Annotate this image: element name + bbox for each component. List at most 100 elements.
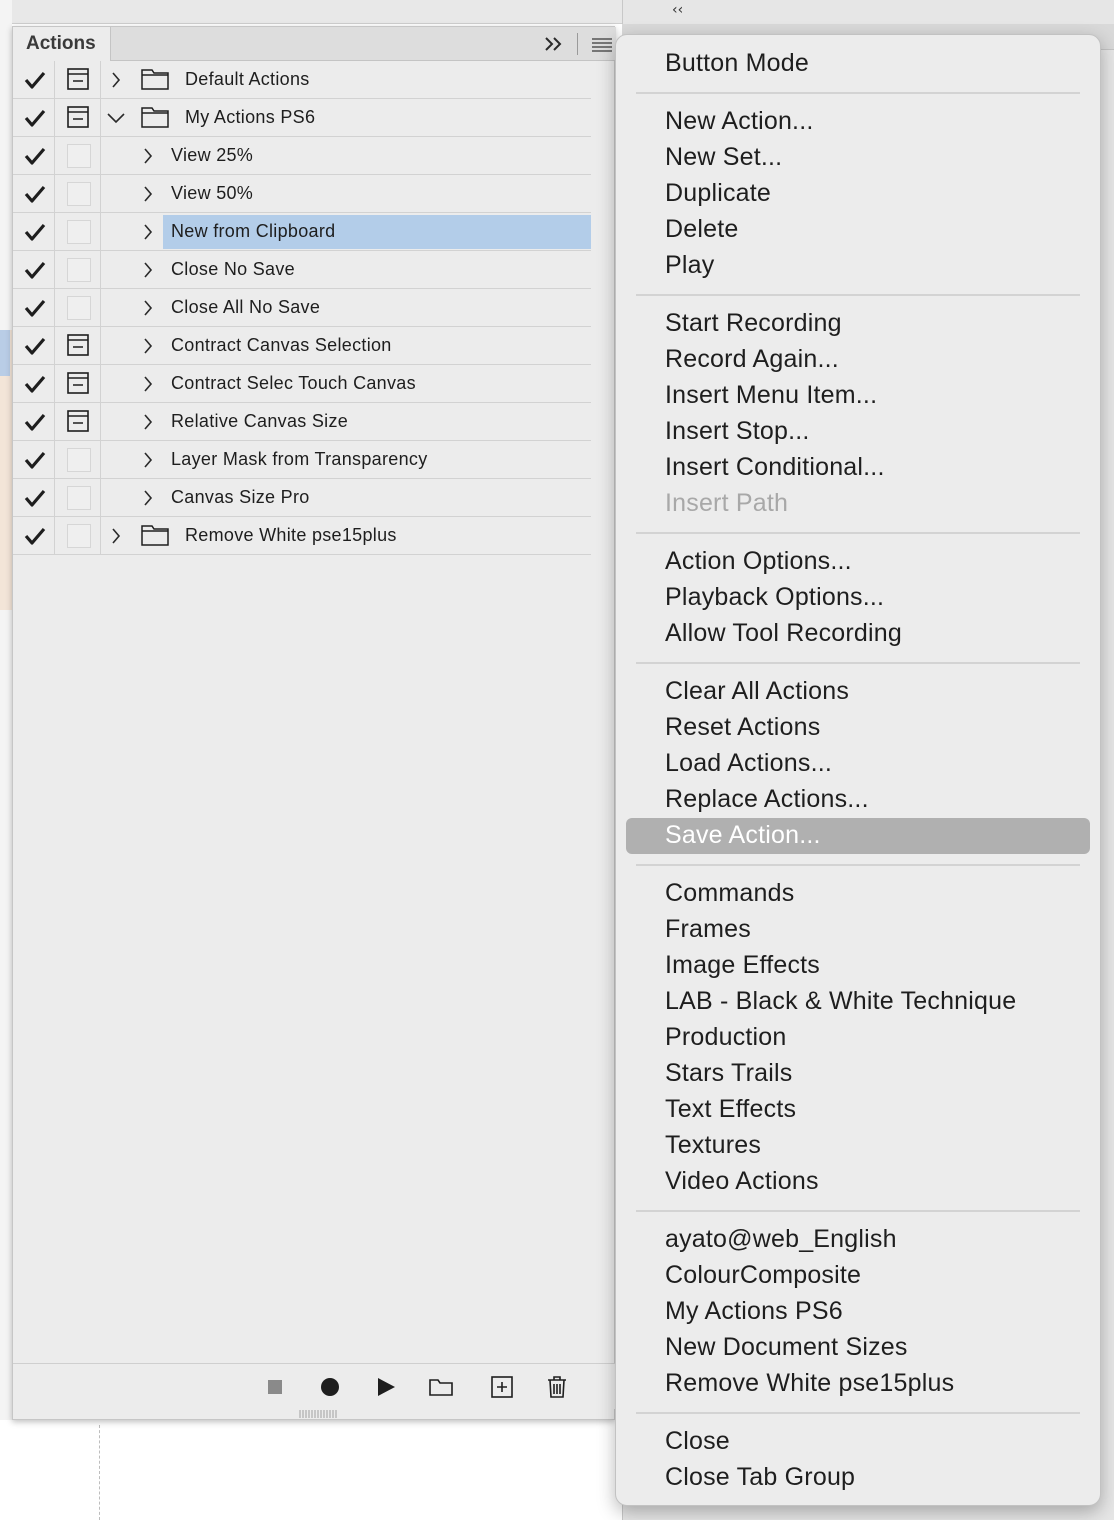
- dialog-toggle-icon[interactable]: [67, 410, 89, 432]
- checkmark-icon[interactable]: [24, 412, 46, 432]
- menu-item[interactable]: Reset Actions: [665, 709, 820, 745]
- dialog-toggle-empty[interactable]: [67, 182, 91, 206]
- checkmark-icon[interactable]: [24, 450, 46, 470]
- menu-item[interactable]: Play: [665, 247, 714, 283]
- checkmark-icon[interactable]: [24, 70, 46, 90]
- dialog-toggle-icon[interactable]: [67, 106, 89, 128]
- chevron-right-icon[interactable]: [109, 527, 123, 545]
- dialog-toggle-empty[interactable]: [67, 296, 91, 320]
- folder-icon[interactable]: [141, 524, 169, 546]
- chevron-right-icon[interactable]: [141, 413, 155, 431]
- dialog-toggle-empty[interactable]: [67, 486, 91, 510]
- action-row[interactable]: Contract Selec Touch Canvas: [13, 365, 591, 403]
- action-row[interactable]: Close All No Save: [13, 289, 591, 327]
- menu-item[interactable]: LAB - Black & White Technique: [665, 983, 1016, 1019]
- action-row[interactable]: Close No Save: [13, 251, 591, 289]
- action-row[interactable]: View 50%: [13, 175, 591, 213]
- chevron-right-icon[interactable]: [141, 375, 155, 393]
- checkmark-icon[interactable]: [24, 184, 46, 204]
- menu-item[interactable]: Close Tab Group: [665, 1459, 855, 1495]
- checkmark-icon[interactable]: [24, 374, 46, 394]
- menu-item[interactable]: Textures: [665, 1127, 761, 1163]
- action-row[interactable]: Contract Canvas Selection: [13, 327, 591, 365]
- dialog-toggle-icon[interactable]: [67, 334, 89, 356]
- action-set-row[interactable]: Remove White pse15plus: [13, 517, 591, 555]
- chevron-down-icon[interactable]: [107, 109, 125, 127]
- menu-item[interactable]: Production: [665, 1019, 787, 1055]
- chevron-right-icon[interactable]: [141, 299, 155, 317]
- checkmark-icon[interactable]: [24, 488, 46, 508]
- chevron-right-icon[interactable]: [141, 261, 155, 279]
- dialog-toggle-empty[interactable]: [67, 258, 91, 282]
- dialog-toggle-icon[interactable]: [67, 68, 89, 90]
- action-row[interactable]: New from Clipboard: [13, 213, 591, 251]
- menu-item[interactable]: Load Actions...: [665, 745, 832, 781]
- menu-item[interactable]: Duplicate: [665, 175, 771, 211]
- menu-item[interactable]: ayato@web_English: [665, 1221, 897, 1257]
- action-set-row[interactable]: My Actions PS6: [13, 99, 591, 137]
- folder-icon[interactable]: [141, 68, 169, 90]
- checkmark-icon[interactable]: [24, 260, 46, 280]
- menu-item[interactable]: ColourComposite: [665, 1257, 861, 1293]
- dialog-toggle-empty[interactable]: [67, 144, 91, 168]
- menu-item[interactable]: Replace Actions...: [665, 781, 869, 817]
- menu-item[interactable]: Stars Trails: [665, 1055, 792, 1091]
- expand-panel-icon[interactable]: [541, 33, 567, 55]
- menu-item[interactable]: Remove White pse15plus: [665, 1365, 954, 1401]
- menu-item[interactable]: Close: [665, 1423, 730, 1459]
- resize-grip-icon[interactable]: [298, 1410, 338, 1418]
- menu-item[interactable]: Text Effects: [665, 1091, 796, 1127]
- action-row[interactable]: Relative Canvas Size: [13, 403, 591, 441]
- chevron-right-icon[interactable]: [141, 337, 155, 355]
- menu-item[interactable]: Action Options...: [665, 543, 852, 579]
- menu-item[interactable]: Clear All Actions: [665, 673, 849, 709]
- chevron-right-icon[interactable]: [141, 451, 155, 469]
- dialog-toggle-empty[interactable]: [67, 448, 91, 472]
- new-set-icon[interactable]: [428, 1375, 454, 1399]
- chevron-right-icon[interactable]: [141, 223, 155, 241]
- checkmark-icon[interactable]: [24, 336, 46, 356]
- new-action-icon[interactable]: [489, 1375, 515, 1399]
- menu-item[interactable]: New Action...: [665, 103, 814, 139]
- menu-item[interactable]: Button Mode: [665, 45, 809, 81]
- checkmark-icon[interactable]: [24, 298, 46, 318]
- menu-item[interactable]: Save Action...: [665, 817, 821, 853]
- dialog-toggle-empty[interactable]: [67, 524, 91, 548]
- menu-item[interactable]: Insert Stop...: [665, 413, 810, 449]
- delete-icon[interactable]: [544, 1375, 570, 1399]
- folder-icon[interactable]: [141, 106, 169, 128]
- menu-item[interactable]: Delete: [665, 211, 738, 247]
- tab-actions[interactable]: Actions: [13, 27, 111, 61]
- checkmark-icon[interactable]: [24, 108, 46, 128]
- menu-item[interactable]: Allow Tool Recording: [665, 615, 902, 651]
- chevron-right-icon[interactable]: [141, 185, 155, 203]
- action-row[interactable]: View 25%: [13, 137, 591, 175]
- menu-item[interactable]: Playback Options...: [665, 579, 884, 615]
- action-row[interactable]: Layer Mask from Transparency: [13, 441, 591, 479]
- panel-menu-icon[interactable]: [589, 33, 615, 55]
- checkmark-icon[interactable]: [24, 222, 46, 242]
- play-icon[interactable]: [373, 1375, 399, 1399]
- checkmark-icon[interactable]: [24, 146, 46, 166]
- menu-item[interactable]: New Document Sizes: [665, 1329, 908, 1365]
- menu-item[interactable]: Record Again...: [665, 341, 839, 377]
- checkmark-icon[interactable]: [24, 526, 46, 546]
- action-set-row[interactable]: Default Actions: [13, 61, 591, 99]
- collapse-dock-icon[interactable]: ‹‹: [672, 2, 683, 18]
- menu-item[interactable]: Insert Conditional...: [665, 449, 885, 485]
- menu-item[interactable]: Video Actions: [665, 1163, 819, 1199]
- stop-icon[interactable]: [262, 1375, 288, 1399]
- chevron-right-icon[interactable]: [109, 71, 123, 89]
- record-icon[interactable]: [317, 1375, 343, 1399]
- chevron-right-icon[interactable]: [141, 489, 155, 507]
- menu-item[interactable]: New Set...: [665, 139, 782, 175]
- menu-item[interactable]: Image Effects: [665, 947, 820, 983]
- menu-item[interactable]: Start Recording: [665, 305, 842, 341]
- action-row[interactable]: Canvas Size Pro: [13, 479, 591, 517]
- chevron-right-icon[interactable]: [141, 147, 155, 165]
- menu-item[interactable]: Frames: [665, 911, 751, 947]
- dialog-toggle-icon[interactable]: [67, 372, 89, 394]
- menu-item[interactable]: Commands: [665, 875, 794, 911]
- dialog-toggle-empty[interactable]: [67, 220, 91, 244]
- menu-item[interactable]: Insert Menu Item...: [665, 377, 877, 413]
